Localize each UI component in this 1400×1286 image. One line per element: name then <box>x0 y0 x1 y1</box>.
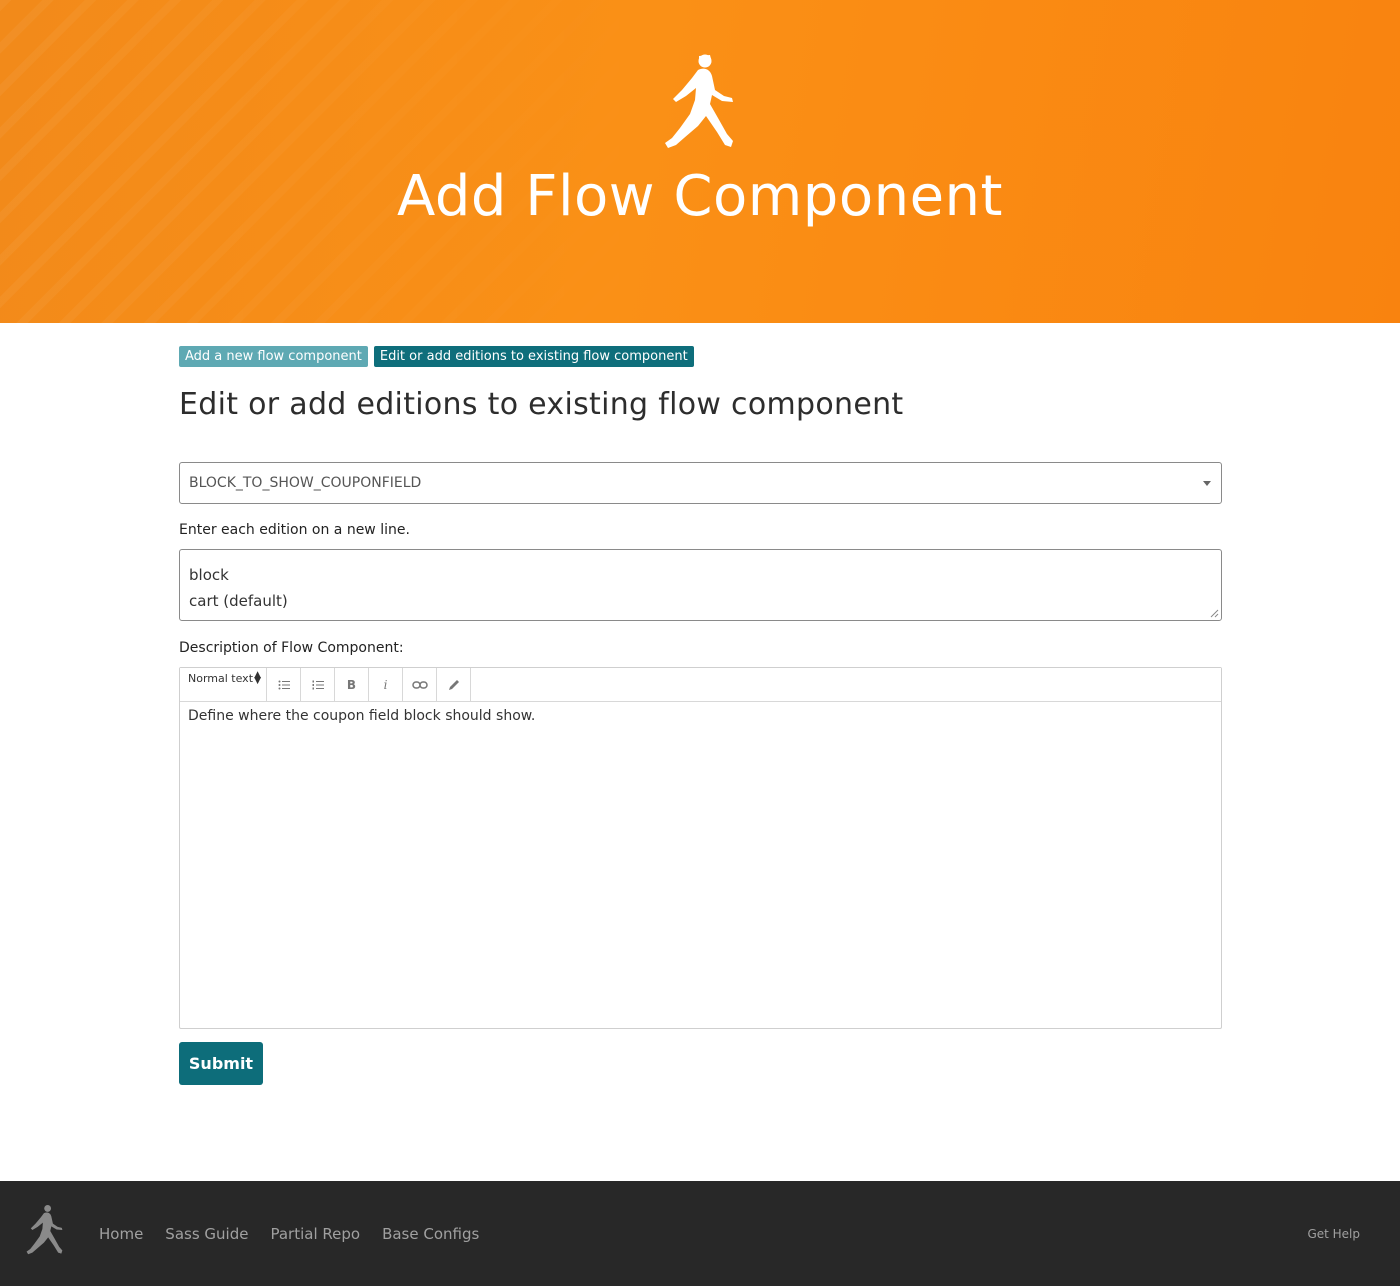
edition-line: cart (default) <box>189 592 288 610</box>
format-select[interactable]: Normal text ▲ ▼ <box>180 668 267 701</box>
footer: Home Sass Guide Partial Repo Base Config… <box>0 1181 1400 1286</box>
tab-edit-existing[interactable]: Edit or add editions to existing flow co… <box>373 346 694 367</box>
section-title: Edit or add editions to existing flow co… <box>179 387 904 422</box>
editions-textarea[interactable]: block cart (default) <box>179 549 1222 621</box>
main-content: Add a new flow component Edit or add edi… <box>179 346 1222 1085</box>
html-edit-button[interactable] <box>437 668 471 701</box>
unordered-list-button[interactable] <box>267 668 301 701</box>
footer-nav: Home Sass Guide Partial Repo Base Config… <box>99 1225 479 1243</box>
tab-bar: Add a new flow component Edit or add edi… <box>179 346 1222 367</box>
ordered-list-icon <box>312 680 324 689</box>
editions-label: Enter each edition on a new line. <box>179 522 410 538</box>
walking-man-icon <box>665 54 733 148</box>
link-button[interactable] <box>403 668 437 701</box>
resize-grip-icon[interactable] <box>1210 609 1219 618</box>
sort-arrows-icon: ▲ ▼ <box>254 670 261 686</box>
editor-toolbar: Normal text ▲ ▼ B i <box>180 668 1221 702</box>
hero-banner: Add Flow Component <box>0 0 1400 323</box>
chevron-down-icon <box>1203 481 1211 486</box>
footer-link-sass-guide[interactable]: Sass Guide <box>165 1225 248 1243</box>
rich-text-editor: Normal text ▲ ▼ B i Define where the cou… <box>179 667 1222 1029</box>
bold-icon: B <box>346 677 357 692</box>
edition-line: block <box>189 566 229 584</box>
submit-button[interactable]: Submit <box>179 1042 263 1085</box>
pencil-icon <box>448 679 459 690</box>
description-label: Description of Flow Component: <box>179 640 404 656</box>
footer-link-partial-repo[interactable]: Partial Repo <box>270 1225 360 1243</box>
get-help-link[interactable]: Get Help <box>1307 1227 1360 1241</box>
hero-pattern <box>0 0 700 323</box>
link-icon <box>411 680 428 689</box>
format-select-value: Normal text <box>188 672 254 685</box>
page-title: Add Flow Component <box>397 164 1003 229</box>
unordered-list-icon <box>278 680 290 689</box>
editor-content[interactable]: Define where the coupon field block shou… <box>180 702 1221 730</box>
italic-button[interactable]: i <box>369 668 403 701</box>
component-select[interactable]: BLOCK_TO_SHOW_COUPONFIELD <box>179 462 1222 504</box>
footer-link-home[interactable]: Home <box>99 1225 143 1243</box>
footer-link-base-configs[interactable]: Base Configs <box>382 1225 479 1243</box>
ordered-list-button[interactable] <box>301 668 335 701</box>
tab-add-new[interactable]: Add a new flow component <box>179 346 368 367</box>
component-select-value: BLOCK_TO_SHOW_COUPONFIELD <box>189 475 422 491</box>
italic-icon: i <box>383 677 388 692</box>
bold-button[interactable]: B <box>335 668 369 701</box>
walking-man-icon[interactable] <box>25 1203 65 1257</box>
